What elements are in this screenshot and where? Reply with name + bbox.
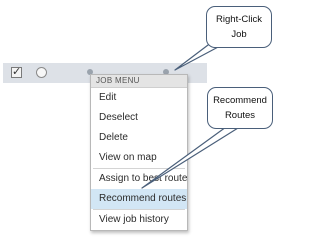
job-checkbox[interactable]: ✓ bbox=[11, 65, 22, 78]
menu-item-recommend-routes[interactable]: Recommend routes bbox=[91, 189, 187, 209]
menu-item-view-on-map[interactable]: View on map bbox=[91, 148, 187, 168]
menu-item-delete[interactable]: Delete bbox=[91, 128, 187, 148]
job-menu-header: JOB MENU bbox=[91, 75, 187, 88]
checkmark-icon: ✓ bbox=[12, 65, 22, 78]
menu-item-assign-best-route[interactable]: Assign to best route bbox=[91, 169, 187, 189]
menu-item-view-job-history[interactable]: View job history bbox=[91, 210, 187, 230]
job-radio-button[interactable] bbox=[36, 67, 47, 78]
callout-recommend-line1: Recommend bbox=[213, 95, 267, 106]
job-context-menu: JOB MENU Edit Deselect Delete View on ma… bbox=[90, 74, 188, 231]
menu-item-edit[interactable]: Edit bbox=[91, 88, 187, 108]
menu-item-deselect[interactable]: Deselect bbox=[91, 108, 187, 128]
right-click-job-callout: Right-Click Job bbox=[206, 6, 272, 48]
callout-right-click-line2: Job bbox=[231, 29, 247, 40]
callout-recommend-line2: Routes bbox=[224, 110, 256, 121]
callout-right-click-line1: Right-Click bbox=[216, 14, 262, 25]
recommend-routes-callout: Recommend Routes bbox=[207, 87, 273, 129]
